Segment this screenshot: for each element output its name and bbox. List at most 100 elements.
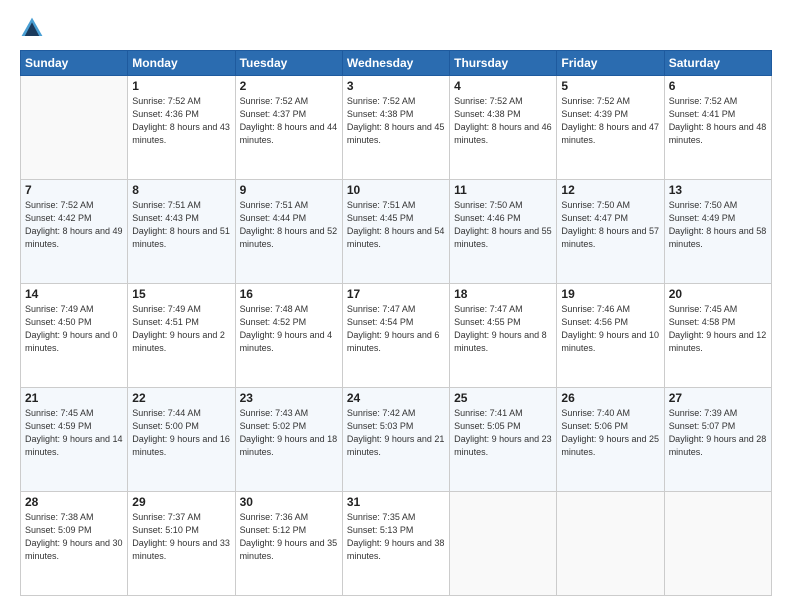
header xyxy=(20,16,772,40)
day-info: Sunrise: 7:47 AM Sunset: 4:55 PM Dayligh… xyxy=(454,303,552,355)
day-info: Sunrise: 7:51 AM Sunset: 4:45 PM Dayligh… xyxy=(347,199,445,251)
day-number: 18 xyxy=(454,287,552,301)
day-info: Sunrise: 7:35 AM Sunset: 5:13 PM Dayligh… xyxy=(347,511,445,563)
day-info: Sunrise: 7:52 AM Sunset: 4:37 PM Dayligh… xyxy=(240,95,338,147)
calendar-header-row: SundayMondayTuesdayWednesdayThursdayFrid… xyxy=(21,51,772,76)
calendar-cell: 29 Sunrise: 7:37 AM Sunset: 5:10 PM Dayli… xyxy=(128,492,235,596)
calendar-cell: 31 Sunrise: 7:35 AM Sunset: 5:13 PM Dayli… xyxy=(342,492,449,596)
day-info: Sunrise: 7:40 AM Sunset: 5:06 PM Dayligh… xyxy=(561,407,659,459)
day-number: 17 xyxy=(347,287,445,301)
day-info: Sunrise: 7:52 AM Sunset: 4:38 PM Dayligh… xyxy=(347,95,445,147)
logo-icon xyxy=(20,16,44,40)
day-number: 13 xyxy=(669,183,767,197)
day-number: 7 xyxy=(25,183,123,197)
day-number: 16 xyxy=(240,287,338,301)
day-info: Sunrise: 7:46 AM Sunset: 4:56 PM Dayligh… xyxy=(561,303,659,355)
day-info: Sunrise: 7:48 AM Sunset: 4:52 PM Dayligh… xyxy=(240,303,338,355)
calendar-cell: 5 Sunrise: 7:52 AM Sunset: 4:39 PM Daylig… xyxy=(557,76,664,180)
day-info: Sunrise: 7:41 AM Sunset: 5:05 PM Dayligh… xyxy=(454,407,552,459)
day-number: 26 xyxy=(561,391,659,405)
logo xyxy=(20,16,48,40)
day-number: 2 xyxy=(240,79,338,93)
day-number: 24 xyxy=(347,391,445,405)
calendar-cell: 17 Sunrise: 7:47 AM Sunset: 4:54 PM Dayli… xyxy=(342,284,449,388)
page: SundayMondayTuesdayWednesdayThursdayFrid… xyxy=(0,0,792,612)
day-number: 21 xyxy=(25,391,123,405)
day-info: Sunrise: 7:38 AM Sunset: 5:09 PM Dayligh… xyxy=(25,511,123,563)
day-number: 12 xyxy=(561,183,659,197)
day-info: Sunrise: 7:42 AM Sunset: 5:03 PM Dayligh… xyxy=(347,407,445,459)
day-number: 25 xyxy=(454,391,552,405)
calendar-week-row: 7 Sunrise: 7:52 AM Sunset: 4:42 PM Daylig… xyxy=(21,180,772,284)
day-number: 9 xyxy=(240,183,338,197)
day-info: Sunrise: 7:52 AM Sunset: 4:42 PM Dayligh… xyxy=(25,199,123,251)
calendar-cell: 28 Sunrise: 7:38 AM Sunset: 5:09 PM Dayli… xyxy=(21,492,128,596)
calendar-cell: 3 Sunrise: 7:52 AM Sunset: 4:38 PM Daylig… xyxy=(342,76,449,180)
day-info: Sunrise: 7:44 AM Sunset: 5:00 PM Dayligh… xyxy=(132,407,230,459)
day-info: Sunrise: 7:51 AM Sunset: 4:44 PM Dayligh… xyxy=(240,199,338,251)
calendar-cell: 27Sunrise: 7:39 AM Sunset: 5:07 PM Dayli… xyxy=(664,388,771,492)
calendar-cell: 8 Sunrise: 7:51 AM Sunset: 4:43 PM Daylig… xyxy=(128,180,235,284)
calendar-body: 1 Sunrise: 7:52 AM Sunset: 4:36 PM Daylig… xyxy=(21,76,772,596)
calendar-cell: 7 Sunrise: 7:52 AM Sunset: 4:42 PM Daylig… xyxy=(21,180,128,284)
day-info: Sunrise: 7:50 AM Sunset: 4:49 PM Dayligh… xyxy=(669,199,767,251)
calendar-cell: 6 Sunrise: 7:52 AM Sunset: 4:41 PM Daylig… xyxy=(664,76,771,180)
day-number: 6 xyxy=(669,79,767,93)
day-number: 31 xyxy=(347,495,445,509)
calendar-cell: 12 Sunrise: 7:50 AM Sunset: 4:47 PM Dayli… xyxy=(557,180,664,284)
calendar-cell: 9 Sunrise: 7:51 AM Sunset: 4:44 PM Daylig… xyxy=(235,180,342,284)
calendar-day-header: Sunday xyxy=(21,51,128,76)
day-number: 23 xyxy=(240,391,338,405)
calendar-cell: 4 Sunrise: 7:52 AM Sunset: 4:38 PM Daylig… xyxy=(450,76,557,180)
day-info: Sunrise: 7:50 AM Sunset: 4:46 PM Dayligh… xyxy=(454,199,552,251)
day-info: Sunrise: 7:37 AM Sunset: 5:10 PM Dayligh… xyxy=(132,511,230,563)
calendar-day-header: Friday xyxy=(557,51,664,76)
day-info: Sunrise: 7:52 AM Sunset: 4:36 PM Dayligh… xyxy=(132,95,230,147)
day-number: 4 xyxy=(454,79,552,93)
calendar-week-row: 14 Sunrise: 7:49 AM Sunset: 4:50 PM Dayli… xyxy=(21,284,772,388)
day-info: Sunrise: 7:52 AM Sunset: 4:38 PM Dayligh… xyxy=(454,95,552,147)
calendar-cell: 24 Sunrise: 7:42 AM Sunset: 5:03 PM Dayli… xyxy=(342,388,449,492)
day-info: Sunrise: 7:49 AM Sunset: 4:50 PM Dayligh… xyxy=(25,303,123,355)
day-number: 10 xyxy=(347,183,445,197)
day-info: Sunrise: 7:45 AM Sunset: 4:58 PM Dayligh… xyxy=(669,303,767,355)
calendar-cell xyxy=(557,492,664,596)
calendar-cell xyxy=(21,76,128,180)
calendar-cell: 16 Sunrise: 7:48 AM Sunset: 4:52 PM Dayli… xyxy=(235,284,342,388)
day-number: 27 xyxy=(669,391,767,405)
calendar-cell: 10 Sunrise: 7:51 AM Sunset: 4:45 PM Dayli… xyxy=(342,180,449,284)
day-number: 28 xyxy=(25,495,123,509)
calendar-day-header: Wednesday xyxy=(342,51,449,76)
day-info: Sunrise: 7:45 AM Sunset: 4:59 PM Dayligh… xyxy=(25,407,123,459)
calendar-day-header: Thursday xyxy=(450,51,557,76)
calendar-cell xyxy=(664,492,771,596)
calendar-day-header: Monday xyxy=(128,51,235,76)
calendar-cell: 25 Sunrise: 7:41 AM Sunset: 5:05 PM Dayli… xyxy=(450,388,557,492)
day-number: 29 xyxy=(132,495,230,509)
day-info: Sunrise: 7:50 AM Sunset: 4:47 PM Dayligh… xyxy=(561,199,659,251)
day-info: Sunrise: 7:52 AM Sunset: 4:39 PM Dayligh… xyxy=(561,95,659,147)
day-info: Sunrise: 7:49 AM Sunset: 4:51 PM Dayligh… xyxy=(132,303,230,355)
day-number: 14 xyxy=(25,287,123,301)
day-number: 20 xyxy=(669,287,767,301)
day-number: 5 xyxy=(561,79,659,93)
calendar-cell xyxy=(450,492,557,596)
day-info: Sunrise: 7:47 AM Sunset: 4:54 PM Dayligh… xyxy=(347,303,445,355)
calendar-cell: 22Sunrise: 7:44 AM Sunset: 5:00 PM Dayli… xyxy=(128,388,235,492)
calendar-cell: 20 Sunrise: 7:45 AM Sunset: 4:58 PM Dayli… xyxy=(664,284,771,388)
calendar-cell: 13 Sunrise: 7:50 AM Sunset: 4:49 PM Dayli… xyxy=(664,180,771,284)
day-number: 11 xyxy=(454,183,552,197)
day-info: Sunrise: 7:43 AM Sunset: 5:02 PM Dayligh… xyxy=(240,407,338,459)
calendar-cell: 15Sunrise: 7:49 AM Sunset: 4:51 PM Dayli… xyxy=(128,284,235,388)
day-info: Sunrise: 7:51 AM Sunset: 4:43 PM Dayligh… xyxy=(132,199,230,251)
calendar-cell: 21 Sunrise: 7:45 AM Sunset: 4:59 PM Dayli… xyxy=(21,388,128,492)
day-number: 30 xyxy=(240,495,338,509)
day-number: 1 xyxy=(132,79,230,93)
day-number: 8 xyxy=(132,183,230,197)
calendar-cell: 23 Sunrise: 7:43 AM Sunset: 5:02 PM Dayli… xyxy=(235,388,342,492)
day-info: Sunrise: 7:52 AM Sunset: 4:41 PM Dayligh… xyxy=(669,95,767,147)
calendar-week-row: 1 Sunrise: 7:52 AM Sunset: 4:36 PM Daylig… xyxy=(21,76,772,180)
day-number: 3 xyxy=(347,79,445,93)
day-number: 19 xyxy=(561,287,659,301)
calendar-cell: 11 Sunrise: 7:50 AM Sunset: 4:46 PM Dayli… xyxy=(450,180,557,284)
